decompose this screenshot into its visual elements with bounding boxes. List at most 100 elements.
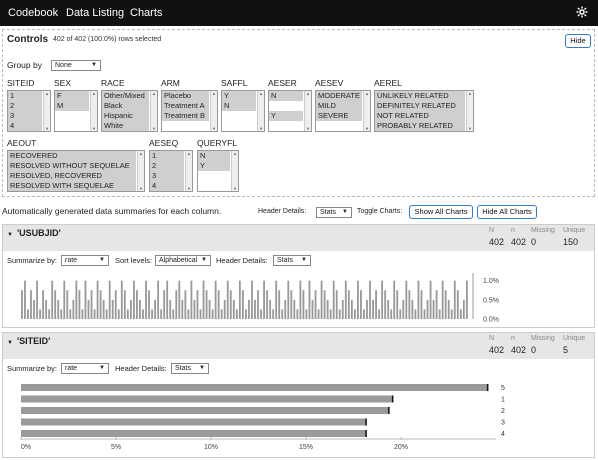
gear-icon[interactable] — [576, 6, 588, 18]
scrollbar[interactable] — [363, 91, 370, 131]
listbox-option[interactable]: Y — [198, 161, 230, 171]
chart-bar — [290, 290, 293, 319]
filter-siteid-listbox[interactable]: 1 2 3 4 — [7, 90, 51, 132]
filter-aeser-listbox[interactable]: N Y — [268, 90, 312, 132]
panel-header-details-select[interactable]: Stats ▼ — [273, 255, 311, 266]
collapse-triangle-icon[interactable]: ▼ — [7, 340, 13, 346]
sort-levels-label: Sort levels: — [115, 256, 153, 265]
listbox-option[interactable]: SEVERE — [316, 111, 362, 121]
filter-saffl-listbox[interactable]: Y N — [221, 90, 265, 132]
listbox-option[interactable]: 3 — [150, 171, 184, 181]
hide-all-charts-button[interactable]: Hide All Charts — [477, 205, 537, 219]
scrollbar[interactable] — [90, 91, 97, 131]
filter-sex-listbox[interactable]: F M — [54, 90, 98, 132]
chart-bar — [184, 290, 187, 319]
panel-header-details-value: Stats — [175, 365, 191, 372]
filter-aeout-listbox[interactable]: RECOVERED RESOLVED WITHOUT SEQUELAE RESO… — [7, 150, 145, 192]
chart-bar — [459, 309, 462, 319]
group-by-select[interactable]: None ▼ — [51, 60, 101, 71]
chart-bar — [105, 309, 108, 319]
listbox-option[interactable]: RESOLVED WITH SEQUELAE — [8, 181, 136, 191]
chart-bar — [117, 309, 120, 319]
scrollbar[interactable] — [210, 91, 217, 131]
listbox-option[interactable]: N — [222, 101, 256, 111]
filter-aeseq-listbox[interactable]: 1 2 3 4 — [149, 150, 193, 192]
filter-queryfl-listbox[interactable]: N Y — [197, 150, 239, 192]
panel-title[interactable]: ▼ 'SITEID' — [7, 336, 50, 346]
chart-bar — [169, 299, 172, 319]
header-details-label: Header Details: — [258, 208, 307, 215]
listbox-option[interactable]: F — [55, 91, 89, 101]
filter-aesev-listbox[interactable]: MODERATE MILD SEVERE — [315, 90, 371, 132]
chart-bar — [420, 290, 423, 319]
scrollbar[interactable] — [137, 151, 144, 191]
panel-header-details-label: Header Details: — [216, 256, 268, 265]
listbox-option[interactable]: RESOLVED WITHOUT SEQUELAE — [8, 161, 136, 171]
listbox-option[interactable]: M — [55, 101, 89, 111]
panel-header-details-select[interactable]: Stats ▼ — [171, 363, 209, 374]
listbox-option[interactable]: Treatment A — [162, 101, 209, 111]
listbox-option[interactable]: White — [102, 121, 149, 131]
summarize-by-select[interactable]: rate ▼ — [61, 363, 109, 374]
listbox-option[interactable]: DEFINITELY RELATED — [375, 101, 465, 111]
listbox-option[interactable]: MILD — [316, 101, 362, 111]
scrollbar[interactable] — [231, 151, 238, 191]
chart-bar — [302, 290, 305, 319]
chart-bar — [344, 280, 347, 319]
scrollbar[interactable] — [304, 91, 311, 131]
filter-arm-listbox[interactable]: Placebo Treatment A Treatment B — [161, 90, 218, 132]
show-all-charts-button[interactable]: Show All Charts — [409, 205, 473, 219]
chart-bar — [281, 309, 284, 319]
scrollbar[interactable] — [150, 91, 157, 131]
listbox-option[interactable]: 1 — [8, 91, 42, 101]
listbox-option[interactable]: Placebo — [162, 91, 209, 101]
group-by-label: Group by — [7, 60, 42, 70]
hide-controls-button[interactable]: Hide — [565, 34, 591, 48]
listbox-option[interactable]: RECOVERED — [8, 151, 136, 161]
panel-title[interactable]: ▼ 'USUBJID' — [7, 228, 61, 238]
listbox-option[interactable]: N — [269, 91, 303, 101]
filter-race-listbox[interactable]: Other/Mixed Black Hispanic White — [101, 90, 158, 132]
listbox-option[interactable]: 4 — [150, 181, 184, 191]
tab-codebook[interactable]: Codebook — [8, 7, 58, 19]
chart-bar — [278, 290, 281, 319]
collapse-triangle-icon[interactable]: ▼ — [7, 232, 13, 238]
tab-data-listing[interactable]: Data Listing — [66, 7, 124, 19]
chart-bar — [305, 309, 308, 319]
listbox-option[interactable]: 2 — [150, 161, 184, 171]
listbox-option[interactable]: N — [198, 151, 230, 161]
header-details-select[interactable]: Stats ▼ — [316, 207, 352, 218]
listbox-option[interactable]: 2 — [8, 101, 42, 111]
filter-aerel-listbox[interactable]: UNLIKELY RELATED DEFINITELY RELATED NOT … — [374, 90, 474, 132]
listbox-option[interactable]: Other/Mixed — [102, 91, 149, 101]
listbox-option[interactable]: RESOLVED, RECOVERED — [8, 171, 136, 181]
listbox-option[interactable]: 4 — [8, 121, 42, 131]
chevron-down-icon: ▼ — [301, 257, 307, 263]
chart-bar — [317, 309, 320, 319]
tab-charts[interactable]: Charts — [130, 7, 162, 19]
listbox-option[interactable]: Treatment B — [162, 111, 209, 121]
chart-bar — [363, 309, 365, 319]
chevron-down-icon: ▼ — [91, 62, 97, 68]
filter-label-queryfl: QUERYFL — [197, 138, 237, 148]
scrollbar[interactable] — [466, 91, 473, 131]
chart-bar — [311, 299, 314, 319]
listbox-option[interactable]: 1 — [150, 151, 184, 161]
chart-bar — [21, 407, 390, 414]
listbox-option[interactable]: Y — [222, 91, 256, 101]
scrollbar[interactable] — [43, 91, 50, 131]
listbox-option[interactable]: 3 — [8, 111, 42, 121]
listbox-option[interactable]: PROBABLY RELATED — [375, 121, 465, 131]
scrollbar[interactable] — [257, 91, 264, 131]
listbox-option[interactable]: Y — [269, 111, 303, 121]
scrollbar[interactable] — [185, 151, 192, 191]
listbox-option[interactable]: Black — [102, 101, 149, 111]
listbox-option[interactable] — [269, 101, 303, 111]
listbox-option[interactable]: NOT RELATED — [375, 111, 465, 121]
listbox-option[interactable]: UNLIKELY RELATED — [375, 91, 465, 101]
chart-bar — [411, 299, 414, 319]
listbox-option[interactable]: MODERATE — [316, 91, 362, 101]
listbox-option[interactable]: Hispanic — [102, 111, 149, 121]
summarize-by-select[interactable]: rate ▼ — [61, 255, 109, 266]
sort-levels-select[interactable]: Alphabetical ▼ — [155, 255, 211, 266]
